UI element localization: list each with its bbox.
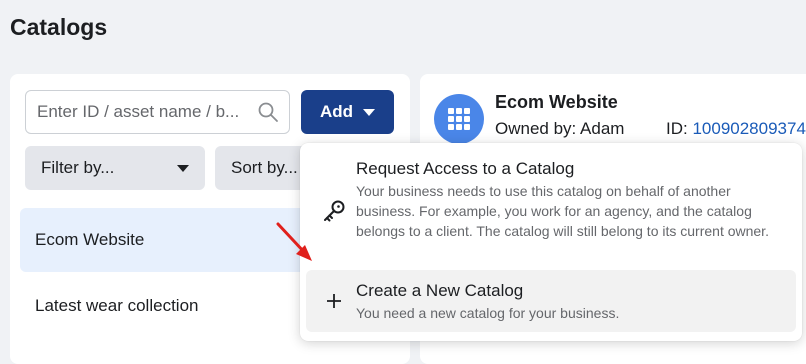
- catalog-id-value[interactable]: 100902809374: [692, 119, 805, 138]
- search-icon[interactable]: [257, 101, 279, 123]
- search-input[interactable]: [37, 91, 247, 133]
- plus-icon: [320, 287, 348, 315]
- menu-item-title: Request Access to a Catalog: [356, 159, 575, 178]
- catalog-id: ID: 100902809374: [666, 119, 806, 139]
- catalog-list-item-label: Ecom Website: [35, 230, 145, 249]
- search-box[interactable]: [25, 90, 290, 134]
- annotation-arrow-icon: [276, 222, 312, 261]
- catalog-id-label: ID:: [666, 119, 693, 138]
- page-title: Catalogs: [10, 14, 108, 40]
- add-button-label: Add: [319, 102, 354, 121]
- request-access-menu-item[interactable]: Request Access to a Catalog Your busines…: [306, 149, 796, 265]
- catalog-grid-icon: [434, 94, 484, 144]
- sort-label: Sort by...: [231, 158, 298, 177]
- menu-item-title: Create a New Catalog: [356, 281, 524, 300]
- catalog-title: Ecom Website: [495, 92, 618, 112]
- create-catalog-menu-item[interactable]: Create a New Catalog You need a new cata…: [306, 270, 796, 332]
- catalog-owner: Owned by: Adam: [495, 119, 625, 138]
- menu-item-description: You need a new catalog for your business…: [356, 305, 620, 321]
- menu-item-description: Your business needs to use this catalog …: [356, 183, 769, 239]
- add-button[interactable]: Add: [301, 90, 394, 134]
- add-dropdown-menu: Request Access to a Catalog Your busines…: [300, 143, 802, 341]
- filter-label: Filter by...: [41, 158, 115, 177]
- filter-dropdown[interactable]: Filter by...: [25, 146, 205, 190]
- caret-down-icon: [363, 108, 376, 116]
- catalog-list-item-label: Latest wear collection: [35, 296, 199, 315]
- caret-down-icon: [177, 164, 189, 172]
